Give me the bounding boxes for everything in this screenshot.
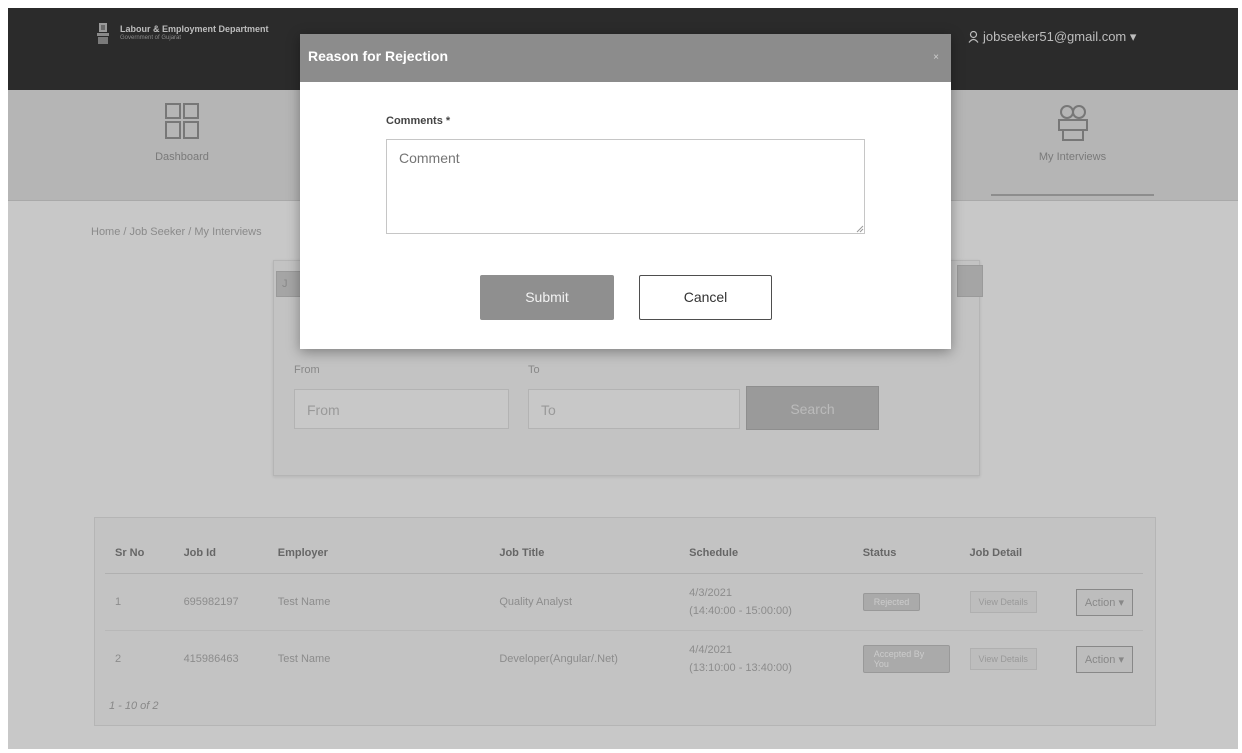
resize-grip-icon[interactable] [856,225,864,233]
from-label: From [294,364,320,376]
col-job-id: Job Id [173,532,268,574]
cell-employer: Test Name [267,573,490,631]
pagination-summary: 1 - 10 of 2 [109,700,159,712]
nav-item-dashboard[interactable]: Dashboard [150,102,214,163]
interviews-table-card: Sr No Job Id Employer Job Title Schedule… [94,517,1156,726]
cell-job-detail: View Details [959,630,1066,687]
col-employer: Employer [267,532,490,574]
filter-tab-label: J [282,278,288,290]
search-button[interactable]: Search [746,386,879,430]
view-details-button[interactable]: View Details [969,591,1037,613]
cell-action: Action ▾ [1065,630,1143,687]
status-badge: Accepted By You [862,645,950,673]
state-emblem-icon [97,23,109,44]
action-dropdown-button[interactable]: Action ▾ [1075,588,1133,616]
user-icon [968,30,979,43]
to-label: To [528,364,540,376]
nav-label-dashboard: Dashboard [155,151,209,163]
cell-job-title: Developer(Angular/.Net) [489,630,680,687]
nav-item-my-interviews[interactable]: My Interviews [991,102,1154,196]
cell-schedule: 4/3/2021 (14:40:00 - 15:00:00) [679,573,853,631]
cell-sr-no: 2 [105,630,174,687]
status-badge: Rejected [862,593,921,611]
col-job-detail: Job Detail [959,532,1066,574]
interviews-table: Sr No Job Id Employer Job Title Schedule… [105,532,1143,687]
department-name: Labour & Employment Department [120,24,269,34]
schedule-time: (13:10:00 - 13:40:00) [689,662,792,674]
action-dropdown-button[interactable]: Action ▾ [1075,645,1133,673]
filter-tab[interactable]: J [276,271,302,297]
modal-title: Reason for Rejection [308,48,449,64]
dashboard-icon [165,103,199,139]
submit-button[interactable]: Submit [480,275,614,320]
from-date-input[interactable]: From [294,389,509,429]
cell-action: Action ▾ [1065,573,1143,631]
col-schedule: Schedule [679,532,853,574]
breadcrumb-current: My Interviews [194,226,262,238]
cell-status: Accepted By You [852,630,960,687]
cell-status: Rejected [852,573,960,631]
schedule-time: (14:40:00 - 15:00:00) [689,605,792,617]
col-action [1065,532,1143,574]
user-menu[interactable]: jobseeker51@gmail.com ▾ [968,29,1136,45]
schedule-date: 4/4/2021 [689,644,732,656]
cell-employer: Test Name [267,630,490,687]
table-row: 1 695982197 Test Name Quality Analyst 4/… [105,573,1143,631]
department-subtitle: Government of Gujarat [120,35,182,41]
breadcrumb-separator: / [120,226,130,238]
col-sr-no: Sr No [105,532,174,574]
breadcrumb-home[interactable]: Home [91,226,120,238]
nav-label-my-interviews: My Interviews [1038,151,1107,163]
modal-header: Reason for Rejection × [300,34,951,82]
comments-textarea[interactable] [386,139,865,234]
cell-job-detail: View Details [959,573,1066,631]
close-icon[interactable]: × [933,52,939,63]
breadcrumb-job-seeker[interactable]: Job Seeker [130,226,186,238]
to-date-input[interactable]: To [528,389,740,429]
col-status: Status [852,532,960,574]
filter-tab-right[interactable] [957,265,983,297]
interviews-icon [1057,105,1088,141]
table-header-row: Sr No Job Id Employer Job Title Schedule… [105,532,1143,574]
view-details-button[interactable]: View Details [969,648,1037,670]
breadcrumb-separator: / [185,226,195,238]
cell-schedule: 4/4/2021 (13:10:00 - 13:40:00) [679,630,853,687]
cell-job-id: 695982197 [173,573,268,631]
chevron-down-icon: ▾ [1129,29,1137,44]
breadcrumb: Home / Job Seeker / My Interviews [91,226,262,238]
table-row: 2 415986463 Test Name Developer(Angular/… [105,630,1143,687]
col-job-title: Job Title [489,532,680,574]
cancel-button[interactable]: Cancel [639,275,772,320]
cell-job-title: Quality Analyst [489,573,680,631]
schedule-date: 4/3/2021 [689,587,732,599]
cell-job-id: 415986463 [173,630,268,687]
cell-sr-no: 1 [105,573,174,631]
comments-label: Comments * [386,115,451,127]
user-email: jobseeker51@gmail.com [983,29,1127,44]
rejection-modal: Reason for Rejection × Comments * Submit… [300,34,951,349]
